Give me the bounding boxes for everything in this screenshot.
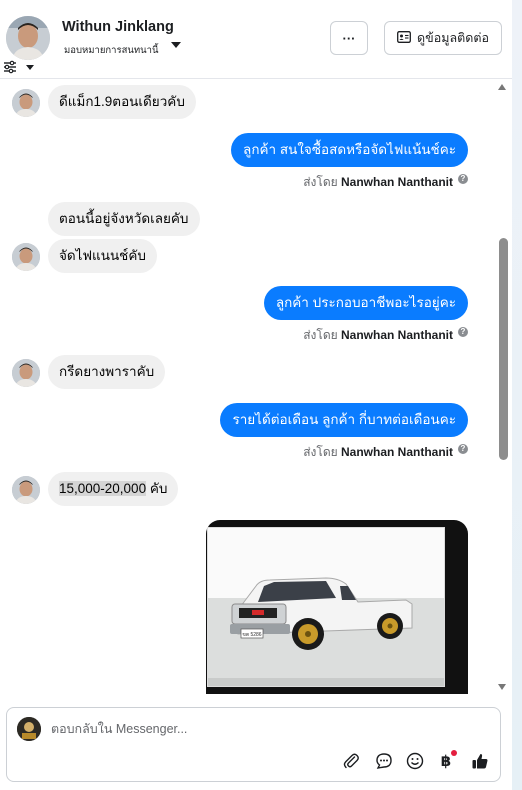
message-text: คับ bbox=[146, 481, 168, 496]
sent-by-prefix: ส่งโดย bbox=[303, 328, 338, 342]
more-icon: ··· bbox=[342, 30, 356, 46]
message-list[interactable]: ดีแม็ก1.9ตอนเดียวคับ ลูกค้า สนใจซื้อสดหร… bbox=[0, 80, 512, 694]
filter-chevron-down-icon[interactable] bbox=[26, 65, 34, 70]
sent-by-label: ส่งโดย Nanwhan Nanthanit bbox=[303, 326, 453, 345]
message-row: 15,000-20,000 คับ bbox=[0, 472, 496, 506]
sender-avatar[interactable] bbox=[12, 243, 40, 271]
outgoing-message-bubble[interactable]: ลูกค้า ประกอบอาชีพอะไรอยู่คะ bbox=[263, 286, 468, 320]
contact-name[interactable]: Withun Jinklang bbox=[62, 19, 174, 35]
info-icon[interactable]: ? bbox=[458, 444, 468, 454]
attach-icon[interactable] bbox=[340, 750, 362, 772]
incoming-message-bubble[interactable]: ดีแม็ก1.9ตอนเดียวคับ bbox=[48, 85, 196, 119]
outgoing-message-bubble[interactable]: รายได้ต่อเดือน ลูกค้า กี่บาทต่อเดือนคะ bbox=[220, 403, 468, 437]
pickup-truck-photo: ขต 5286 bbox=[207, 527, 445, 687]
message-row: รายได้ต่อเดือน ลูกค้า กี่บาทต่อเดือนคะ ส… bbox=[0, 403, 496, 459]
sent-by-name: Nanwhan Nanthanit bbox=[340, 328, 453, 342]
sent-by-prefix: ส่งโดย bbox=[303, 175, 338, 189]
view-contact-info-button[interactable]: ดูข้อมูลติดต่อ bbox=[384, 21, 502, 55]
message-row: ตอนนี้อยู่จังหวัดเลยคับ bbox=[0, 202, 496, 236]
sender-avatar[interactable] bbox=[12, 89, 40, 117]
outgoing-photo-message[interactable]: ขต 5286 bbox=[206, 520, 468, 694]
view-contact-info-label: ดูข้อมูลติดต่อ bbox=[417, 31, 489, 45]
reply-input[interactable] bbox=[51, 718, 481, 740]
filter-icon[interactable] bbox=[3, 60, 17, 74]
contact-card-icon bbox=[397, 30, 411, 46]
saved-reply-icon[interactable] bbox=[373, 750, 395, 772]
contact-avatar[interactable] bbox=[6, 16, 50, 60]
info-icon[interactable]: ? bbox=[458, 174, 468, 184]
incoming-message-bubble[interactable]: 15,000-20,000 คับ bbox=[48, 472, 179, 506]
notification-dot bbox=[451, 750, 457, 756]
reply-composer: ฿ bbox=[6, 707, 501, 782]
highlighted-text[interactable]: 15,000-20,000 bbox=[59, 481, 147, 496]
incoming-message-bubble[interactable]: กรีดยางพาราคับ bbox=[48, 355, 166, 389]
emoji-icon[interactable] bbox=[404, 750, 426, 772]
svg-text:ขต 5286: ขต 5286 bbox=[242, 632, 261, 638]
assign-conversation-label[interactable]: มอบหมายการสนทนานี้ bbox=[64, 43, 159, 58]
conversation-header: Withun Jinklang มอบหมายการสนทนานี้ ··· ด… bbox=[0, 0, 512, 79]
sender-avatar[interactable] bbox=[12, 476, 40, 504]
inbox-conversation-panel: Withun Jinklang มอบหมายการสนทนานี้ ··· ด… bbox=[0, 0, 522, 790]
thumbs-up-icon[interactable] bbox=[469, 750, 491, 772]
sent-by-prefix: ส่งโดย bbox=[303, 445, 338, 459]
scroll-down-arrow-icon[interactable] bbox=[498, 684, 506, 690]
baht-icon[interactable]: ฿ bbox=[435, 750, 457, 772]
sender-avatar[interactable] bbox=[12, 359, 40, 387]
chevron-down-icon[interactable] bbox=[171, 42, 181, 48]
message-row: กรีดยางพาราคับ bbox=[0, 355, 496, 389]
info-icon[interactable]: ? bbox=[458, 327, 468, 337]
page-avatar bbox=[17, 717, 41, 741]
message-row: ดีแม็ก1.9ตอนเดียวคับ bbox=[0, 85, 496, 119]
outgoing-message-bubble[interactable]: ลูกค้า สนใจซื้อสดหรือจัดไฟแน้นช์คะ bbox=[231, 133, 468, 167]
sent-by-name: Nanwhan Nanthanit bbox=[340, 445, 453, 459]
message-row: จัดไฟแนนช์คับ bbox=[0, 239, 496, 273]
message-row: ลูกค้า สนใจซื้อสดหรือจัดไฟแน้นช์คะ ส่งโด… bbox=[0, 133, 496, 189]
scrollbar-thumb[interactable] bbox=[499, 238, 508, 460]
message-row: ลูกค้า ประกอบอาชีพอะไรอยู่คะ ส่งโดย Nanw… bbox=[0, 286, 496, 342]
sent-by-label: ส่งโดย Nanwhan Nanthanit bbox=[303, 173, 453, 192]
incoming-message-bubble[interactable]: ตอนนี้อยู่จังหวัดเลยคับ bbox=[48, 202, 200, 236]
sent-by-name: Nanwhan Nanthanit bbox=[340, 175, 453, 189]
sent-by-label: ส่งโดย Nanwhan Nanthanit bbox=[303, 443, 453, 462]
incoming-message-bubble[interactable]: จัดไฟแนนช์คับ bbox=[48, 239, 157, 273]
more-options-button[interactable]: ··· bbox=[330, 21, 368, 55]
side-background bbox=[512, 0, 522, 790]
scroll-up-arrow-icon[interactable] bbox=[498, 84, 506, 90]
